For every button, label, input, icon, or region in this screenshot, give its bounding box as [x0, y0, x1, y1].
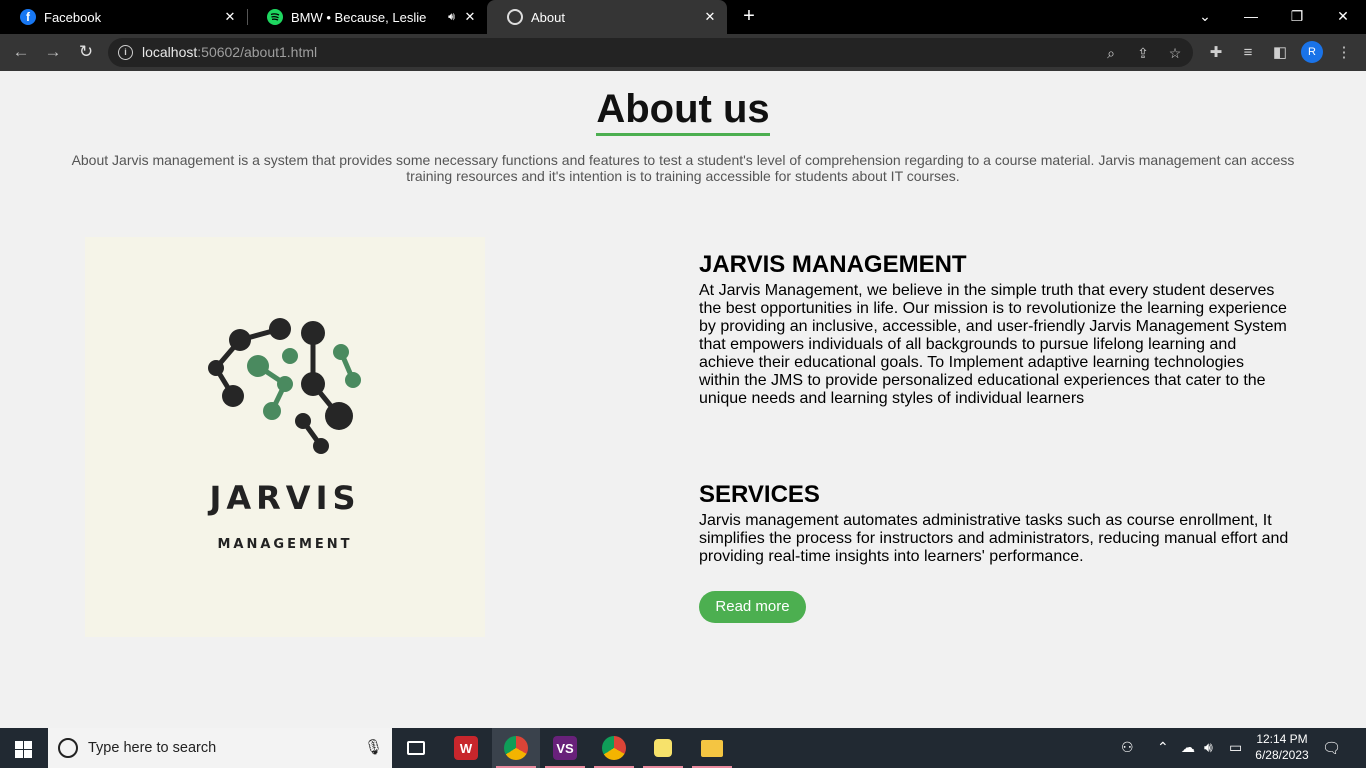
url-path: :50602/about1.html [197, 44, 318, 60]
forward-arrow-icon[interactable]: → [42, 41, 64, 63]
taskbar-chrome-profile[interactable] [492, 728, 540, 768]
tab-facebook[interactable]: f Facebook ✕ [0, 0, 247, 34]
people-icon[interactable]: ⚇ [1121, 739, 1134, 756]
intro-paragraph: About Jarvis management is a system that… [71, 152, 1295, 184]
close-icon[interactable]: ✕ [461, 9, 479, 25]
extensions-puzzle-icon[interactable]: ✚ [1205, 42, 1227, 64]
zoom-icon[interactable]: ⌕ [1101, 43, 1121, 63]
windows-taskbar: Type here to search 🎙︎ W VS ⚇ ⌃ ☁ 🔊︎ ▭ 1… [0, 728, 1366, 768]
clock-date: 6/28/2023 [1255, 748, 1309, 762]
taskbar-wps-office[interactable]: W [442, 728, 490, 768]
back-arrow-icon[interactable]: ← [10, 41, 32, 63]
read-more-button[interactable]: Read more [699, 591, 806, 623]
volume-icon[interactable]: 🔊︎ [1204, 739, 1213, 756]
info-icon[interactable]: i [118, 45, 133, 60]
logo-wordmark: JARVIS [209, 479, 361, 517]
wps-office-icon: W [454, 736, 478, 760]
close-icon[interactable]: ✕ [221, 9, 239, 25]
folder-icon [701, 739, 723, 757]
close-window-button[interactable]: ✕ [1320, 0, 1366, 34]
windows-logo-pane [15, 750, 23, 758]
section-text-services: Jarvis management automates administrati… [699, 512, 1289, 565]
system-clock[interactable]: 12:14 PM 6/28/2023 [1252, 731, 1312, 763]
logo-subwordmark: MANAGEMENT [217, 537, 353, 552]
address-bar[interactable]: i localhost:50602/about1.html ⌕ ⇪ ☆ [108, 38, 1193, 67]
clock-time: 12:14 PM [1256, 732, 1308, 746]
url-text[interactable]: localhost:50602/about1.html [142, 44, 317, 60]
tab-title: BMW • Because, Leslie [291, 9, 427, 25]
task-view-icon [407, 741, 425, 755]
page-title: About us [596, 87, 770, 136]
page-content: About us About Jarvis management is a sy… [0, 71, 1366, 728]
visual-studio-icon: VS [553, 736, 577, 760]
minimize-button[interactable]: — [1228, 0, 1274, 34]
windows-logo-pane [24, 750, 32, 758]
bookmark-star-icon[interactable]: ☆ [1165, 43, 1185, 63]
tab-spotify[interactable]: BMW • Because, Leslie 🔊︎ ✕ [247, 0, 487, 34]
browser-toolbar: ← → ↻ i localhost:50602/about1.html ⌕ ⇪ … [0, 34, 1366, 71]
profile-avatar[interactable]: R [1301, 41, 1323, 63]
taskbar-search-box[interactable]: Type here to search 🎙︎ [48, 728, 392, 768]
taskbar-chrome[interactable] [590, 728, 638, 768]
globe-icon [507, 9, 523, 25]
jarvis-logo: JARVIS MANAGEMENT [85, 237, 485, 637]
taskbar-sticky-notes[interactable] [639, 728, 687, 768]
network-icon[interactable]: ▭ [1229, 739, 1242, 756]
taskbar-file-explorer[interactable] [688, 728, 736, 768]
taskbar-visual-studio[interactable]: VS [541, 728, 589, 768]
new-tab-button[interactable]: + [738, 5, 760, 27]
media-playlist-icon[interactable]: ≡ [1237, 42, 1259, 64]
facebook-icon: f [20, 9, 36, 25]
onedrive-cloud-icon[interactable]: ☁ [1181, 739, 1195, 756]
section-text-jarvis: At Jarvis Management, we believe in the … [699, 282, 1287, 407]
url-host: localhost [142, 44, 198, 60]
tab-search-chevron-icon[interactable]: ⌄ [1182, 0, 1228, 34]
side-panel-icon[interactable]: ◧ [1269, 42, 1291, 64]
search-placeholder: Type here to search [88, 740, 217, 756]
notification-center-icon[interactable]: 🗨︎ [1322, 739, 1342, 757]
speaker-icon[interactable]: 🔊︎ [448, 11, 455, 24]
chevron-up-icon[interactable]: ⌃ [1157, 739, 1169, 756]
chrome-icon [504, 736, 528, 760]
menu-kebab-icon[interactable]: ⋮ [1333, 42, 1355, 64]
restore-button[interactable]: ❐ [1274, 0, 1320, 34]
windows-logo-icon [15, 741, 23, 749]
close-icon[interactable]: ✕ [701, 9, 719, 25]
tab-title: Facebook [44, 9, 102, 25]
spotify-icon [267, 9, 283, 25]
windows-logo-pane [24, 741, 32, 749]
chrome-icon [602, 736, 626, 760]
task-view-button[interactable] [392, 728, 440, 768]
brain-network-icon [208, 318, 361, 454]
sticky-notes-icon [654, 739, 672, 757]
microphone-icon[interactable]: 🎙︎ [364, 738, 383, 756]
section-title-jarvis: JARVIS MANAGEMENT [699, 251, 967, 278]
windows-start-button[interactable] [0, 728, 48, 768]
reload-icon[interactable]: ↻ [75, 41, 97, 63]
tab-about[interactable]: About ✕ [487, 0, 727, 34]
page-heading: About us [0, 87, 1366, 136]
section-title-services: SERVICES [699, 481, 820, 508]
browser-tab-strip: f Facebook ✕ BMW • Because, Leslie 🔊︎ ✕ … [0, 0, 1366, 34]
share-icon[interactable]: ⇪ [1133, 43, 1153, 63]
cortana-icon [58, 738, 78, 758]
tab-title: About [531, 9, 565, 25]
